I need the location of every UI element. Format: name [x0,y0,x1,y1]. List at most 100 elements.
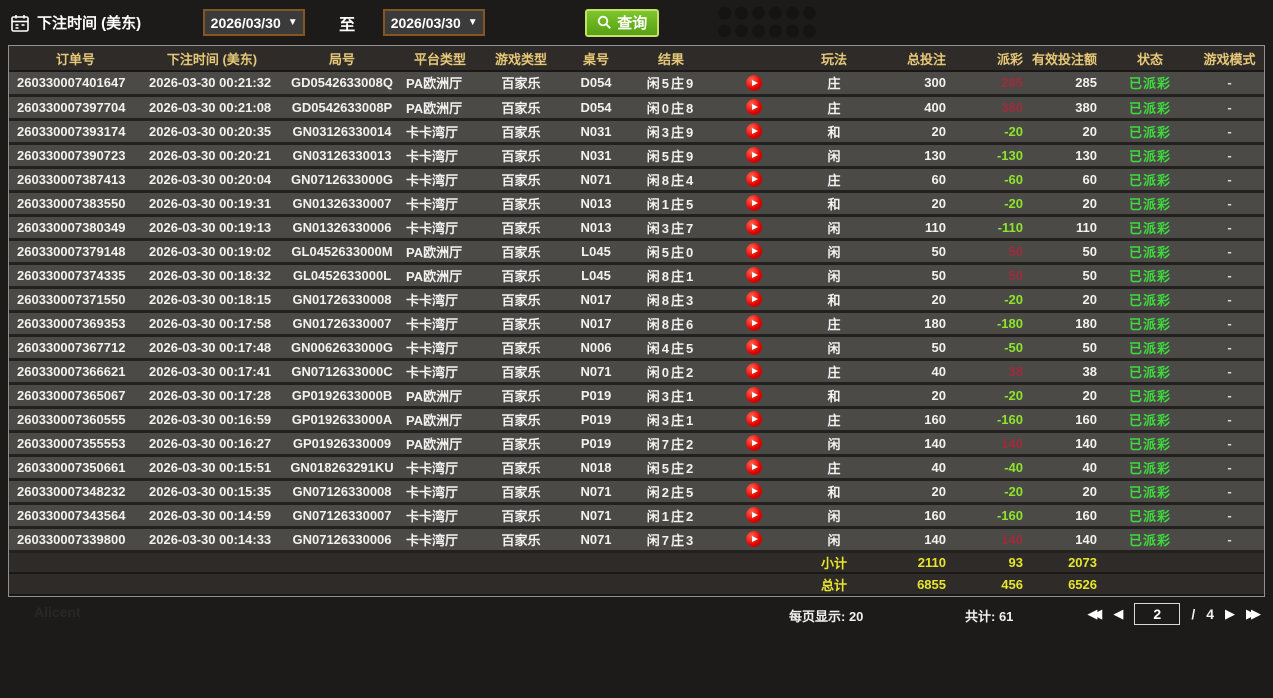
play-video-icon[interactable] [746,171,762,187]
calendar-icon [10,13,30,33]
play-video-icon[interactable] [746,219,762,235]
play-video-icon[interactable] [746,531,762,547]
cell-game: 百家乐 [478,71,564,95]
play-video-icon[interactable] [746,507,762,523]
cell-platform: 卡卡湾厅 [402,287,478,311]
table-header: 订单号下注时间 (美东)局号平台类型游戏类型桌号结果玩法总投注派彩有效投注额状态… [9,46,1264,71]
table-row: 2603300073715502026-03-30 00:18:15GN0172… [9,287,1264,311]
cell-payout: 285 [954,71,1031,95]
cell-order: 260330007350661 [9,455,142,479]
play-video-icon[interactable] [746,459,762,475]
cell-round: GN0712633000G [282,167,402,191]
cell-payout: 50 [954,263,1031,287]
cell-order: 260330007390723 [9,143,142,167]
column-header-bet: 总投注 [874,46,954,71]
play-video-icon[interactable] [746,243,762,259]
cell-valid: 20 [1031,287,1105,311]
total-pages-label: 4 [1206,606,1214,622]
play-video-icon[interactable] [746,147,762,163]
cell-play: 庄 [794,71,874,95]
cell-time: 2026-03-30 00:21:08 [142,95,282,119]
play-video-icon[interactable] [746,195,762,211]
cell-time: 2026-03-30 00:14:33 [142,527,282,551]
cell-order: 260330007380349 [9,215,142,239]
play-video-icon[interactable] [746,291,762,307]
cell-table_no: N017 [564,287,628,311]
cell-status: 已派彩 [1105,71,1195,95]
play-video-icon[interactable] [746,339,762,355]
play-video-icon[interactable] [746,315,762,331]
table-row: 2603300073666212026-03-30 00:17:41GN0712… [9,359,1264,383]
current-page-input[interactable] [1134,603,1180,625]
cell-time: 2026-03-30 00:14:59 [142,503,282,527]
cell-status: 已派彩 [1105,263,1195,287]
cell-valid: 50 [1031,263,1105,287]
play-video-icon[interactable] [746,363,762,379]
play-video-icon[interactable] [746,387,762,403]
first-page-icon[interactable]: ◀◀ [1087,601,1102,627]
cell-round: GN01726330007 [282,311,402,335]
table-row: 2603300073791482026-03-30 00:19:02GL0452… [9,239,1264,263]
cell-order: 260330007360555 [9,407,142,431]
cell-payout: -110 [954,215,1031,239]
cell-bet: 20 [874,287,954,311]
play-video-icon[interactable] [746,483,762,499]
cell-status: 已派彩 [1105,167,1195,191]
cell-table_no: N017 [564,311,628,335]
cell-table_no: N018 [564,455,628,479]
cell-order: 260330007365067 [9,383,142,407]
cell-table_no: P019 [564,407,628,431]
filter-bar: 下注时间 (美东) 2026/03/30 ▼ 至 2026/03/30 ▼ 查询 [0,0,1273,45]
cell-table_no: N071 [564,479,628,503]
cell-valid: 140 [1031,431,1105,455]
cell-payout: -160 [954,407,1031,431]
cell-game: 百家乐 [478,167,564,191]
cell-platform: 卡卡湾厅 [402,311,478,335]
cell-round: GN07126330007 [282,503,402,527]
cell-round: GN01326330007 [282,191,402,215]
play-video-icon[interactable] [746,99,762,115]
play-video-icon[interactable] [746,267,762,283]
query-button[interactable]: 查询 [585,9,659,37]
cell-time: 2026-03-30 00:19:31 [142,191,282,215]
play-video-icon[interactable] [746,411,762,427]
cell-round: GN07126330006 [282,527,402,551]
cell-mode: - [1195,311,1264,335]
prev-page-icon[interactable]: ◀ [1113,601,1123,627]
last-page-icon[interactable]: ▶▶ [1246,601,1261,627]
cell-table_no: P019 [564,431,628,455]
cell-game: 百家乐 [478,455,564,479]
cell-play: 庄 [794,455,874,479]
cell-platform: 卡卡湾厅 [402,335,478,359]
subtotal-bet: 2110 [874,551,954,573]
table-row: 2603300073835502026-03-30 00:19:31GN0132… [9,191,1264,215]
play-video-icon[interactable] [746,75,762,91]
cell-order: 260330007369353 [9,311,142,335]
cell-game: 百家乐 [478,503,564,527]
cell-platform: 卡卡湾厅 [402,119,478,143]
cell-icon [714,311,794,335]
play-video-icon[interactable] [746,435,762,451]
search-icon [597,15,612,30]
cell-game: 百家乐 [478,287,564,311]
cell-mode: - [1195,287,1264,311]
table-row: 2603300073874132026-03-30 00:20:04GN0712… [9,167,1264,191]
cell-time: 2026-03-30 00:17:41 [142,359,282,383]
cell-mode: - [1195,383,1264,407]
cell-valid: 38 [1031,359,1105,383]
play-video-icon[interactable] [746,123,762,139]
record-count-label: 共计: 61 [965,606,1013,625]
date-to-select[interactable]: 2026/03/30 ▼ [383,9,485,36]
cell-result: 闲7庄2 [628,431,714,455]
cell-icon [714,455,794,479]
cell-time: 2026-03-30 00:21:32 [142,71,282,95]
date-range-to-label: 至 [339,11,355,35]
next-page-icon[interactable]: ▶ [1225,601,1235,627]
cell-round: GN0712633000C [282,359,402,383]
date-from-select[interactable]: 2026/03/30 ▼ [203,9,305,36]
cell-icon [714,191,794,215]
subtotal-label: 小计 [794,551,874,573]
cell-valid: 180 [1031,311,1105,335]
chevron-down-icon: ▼ [468,17,478,28]
cell-platform: 卡卡湾厅 [402,455,478,479]
